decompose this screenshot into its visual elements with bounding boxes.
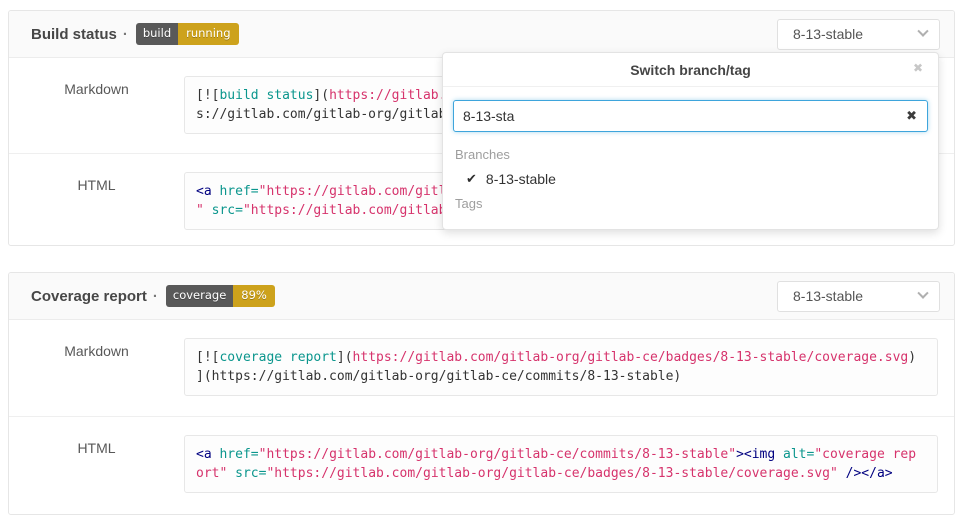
markdown-snippet-box: [![coverage report](https://gitlab.com/g… [184, 338, 938, 396]
row-label-html: HTML [9, 154, 184, 246]
panel-title: Coverage report [31, 288, 147, 305]
popup-search-area: ✖ [443, 87, 938, 132]
check-icon: ✔ [466, 171, 477, 187]
branch-selector-dropdown[interactable]: 8-13-stable [777, 281, 940, 312]
row-label-html: HTML [9, 417, 184, 514]
close-icon[interactable]: ✖ [913, 62, 923, 74]
branches-group-label: Branches [455, 143, 926, 167]
popup-header: Switch branch/tag ✖ [443, 53, 938, 87]
html-row: HTML <a href="https://gitlab.com/gitlab-… [9, 417, 954, 514]
branch-search-input[interactable] [453, 100, 928, 132]
branch-item-label: 8-13-stable [486, 171, 556, 187]
build-status-badge: build running [136, 23, 239, 46]
branch-selector-value: 8-13-stable [793, 288, 863, 304]
clear-search-icon[interactable]: ✖ [906, 109, 917, 122]
badge-value: running [178, 23, 238, 46]
chevron-down-icon [917, 288, 928, 299]
popup-title: Switch branch/tag [630, 62, 751, 78]
coverage-report-panel-header: Coverage report · coverage 89% 8-13-stab… [9, 273, 954, 320]
coverage-badge: coverage 89% [166, 285, 275, 308]
branch-tag-list: Branches ✔ 8-13-stable Tags [443, 132, 938, 229]
tags-group-label: Tags [455, 192, 926, 216]
html-snippet-box: <a href="https://gitlab.com/gitlab-org/g… [184, 435, 938, 493]
row-label-markdown: Markdown [9, 58, 184, 153]
switch-branch-popup: Switch branch/tag ✖ ✖ Branches ✔ 8-13-st… [442, 52, 939, 230]
branch-selector-dropdown[interactable]: 8-13-stable [777, 19, 940, 50]
badge-label: build [136, 23, 178, 46]
branch-selector-value: 8-13-stable [793, 26, 863, 42]
title-separator: · [123, 26, 128, 43]
coverage-report-panel: Coverage report · coverage 89% 8-13-stab… [8, 272, 955, 515]
row-label-markdown: Markdown [9, 320, 184, 416]
title-separator: · [153, 288, 158, 305]
branch-item-8-13-stable[interactable]: ✔ 8-13-stable [455, 167, 926, 192]
badge-label: coverage [166, 285, 233, 308]
panel-title: Build status [31, 26, 117, 43]
markdown-row: Markdown [![coverage report](https://git… [9, 320, 954, 417]
chevron-down-icon [917, 26, 928, 37]
build-status-panel-header: Build status · build running 8-13-stable [9, 11, 954, 58]
badge-value: 89% [233, 285, 275, 308]
